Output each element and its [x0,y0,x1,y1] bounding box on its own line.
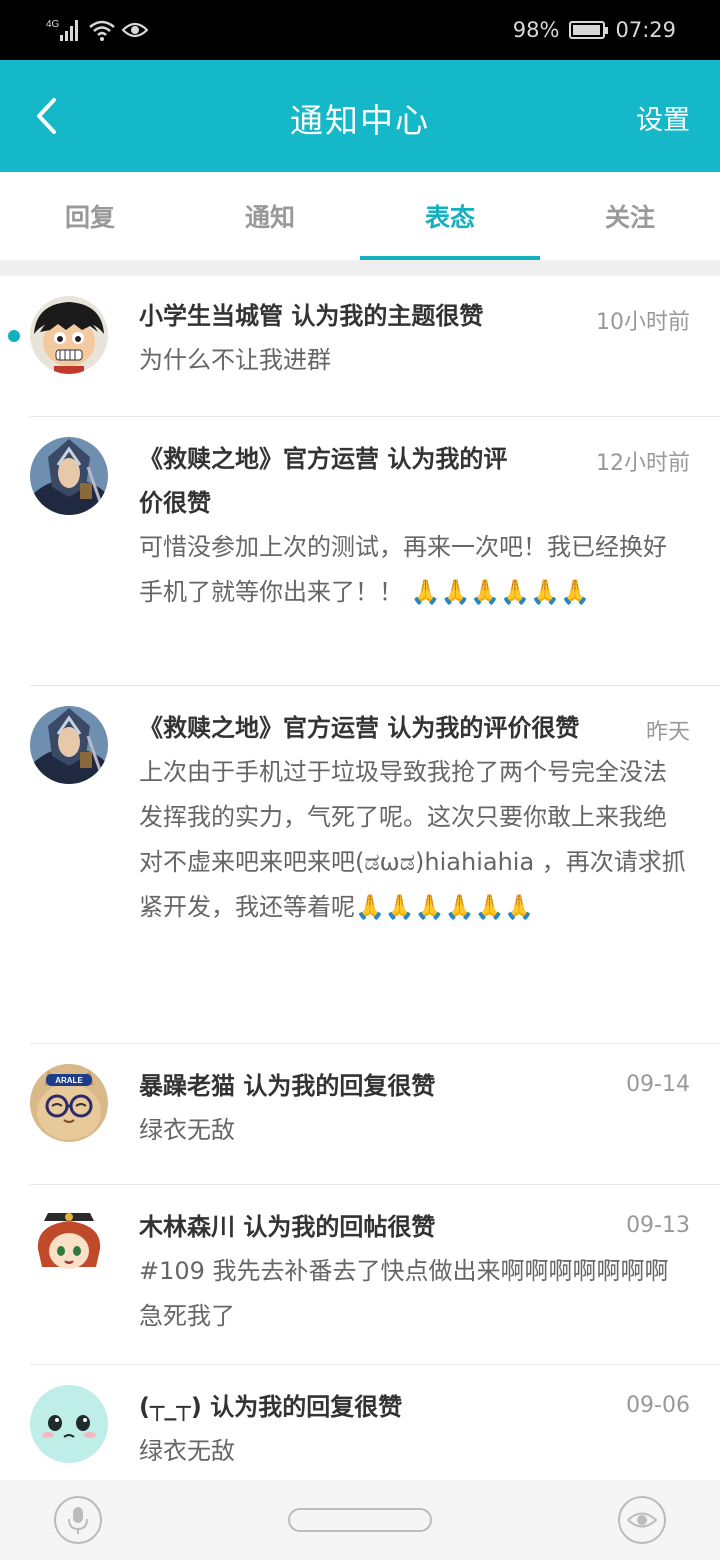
notice-title: 木林森川 认为我的回帖很赞 [139,1213,436,1241]
status-icons-right: 98% 07:29 [513,14,676,46]
notice-time: 12小时前 [596,451,690,476]
settings-button[interactable]: 设置 [636,98,690,137]
notice-time: 10小时前 [596,310,690,335]
notice-text: 可惜没参加上次的测试，再来一次吧！我已经换好手机了就等你出来了！！ 🙏🙏🙏🙏🙏🙏 [139,533,667,606]
avatar[interactable] [30,1205,108,1283]
status-icons-left: 4G [46,14,148,46]
wifi-icon [89,20,115,41]
list-item[interactable]: 09-06 (┬_┬) 认为我的回复很赞 绿衣无敌 [30,1365,720,1485]
microphone-icon [68,1507,88,1534]
list-item[interactable]: ARALE 09-14 暴躁老猫 认为我的回复很赞 绿衣无敌 [30,1044,720,1185]
eye-toggle-button[interactable] [618,1496,666,1544]
voice-input-button[interactable] [54,1496,102,1544]
avatar[interactable] [30,706,108,784]
network-type-label: 4G [46,19,60,30]
list-item[interactable]: 12小时前 《救赎之地》官方运营 认为我的评价很赞 可惜没参加上次的测试，再来一… [30,417,720,686]
avatar[interactable] [30,296,108,374]
notice-text: 绿衣无敌 [139,1116,235,1144]
battery-icon [569,21,609,39]
notice-title: (┬_┬) 认为我的回复很赞 [139,1393,403,1421]
avatar-cat-image: ARALE [30,1064,108,1142]
notice-text: 上次由于手机过于垃圾导致我抢了两个号完全没法发挥我的实力，气死了呢。这次只要你敢… [139,758,686,921]
avatar-badge-text: ARALE [55,1076,83,1085]
notice-body: (┬_┬) 认为我的回复很赞 绿衣无敌 [139,1365,690,1474]
avatar-anime-girl-image [30,1205,108,1283]
tab-follows[interactable]: 关注 [540,172,720,260]
battery-percent: 98% [512,18,560,42]
avatar-blob-face-image [30,1385,108,1463]
avatar[interactable] [30,1385,108,1463]
avatar-game-hero-image [30,706,108,784]
tab-divider [0,260,720,276]
app-header: 通知中心 设置 [0,60,720,172]
notice-text: #109 我先去补番去了快点做出来啊啊啊啊啊啊啊急死我了 [139,1257,669,1330]
tab-reactions[interactable]: 表态 [360,172,540,260]
notice-time: 09-06 [626,1393,690,1418]
home-gesture-bar[interactable] [288,1508,432,1532]
notice-text: 为什么不让我进群 [139,346,331,374]
tab-notifications[interactable]: 通知 [180,172,360,260]
tab-replies[interactable]: 回复 [0,172,180,260]
notice-body: 暴躁老猫 认为我的回复很赞 绿衣无敌 [139,1044,690,1153]
list-item[interactable]: 昨天 《救赎之地》官方运营 认为我的评价很赞 上次由于手机过于垃圾导致我抢了两个… [30,686,720,1044]
notice-time: 昨天 [645,720,690,745]
notice-title: 《救赎之地》官方运营 认为我的评价很赞 [139,714,580,742]
tab-bar: 回复 通知 表态 关注 [0,172,720,260]
unread-dot [8,330,20,342]
eye-icon [627,1512,657,1528]
notice-title: 暴躁老猫 认为我的回复很赞 [139,1072,436,1100]
notice-time: 09-13 [626,1213,690,1238]
bottom-nav-bar [0,1480,720,1560]
notice-time: 09-14 [626,1072,690,1097]
page-title: 通知中心 [290,101,430,140]
avatar[interactable] [30,437,108,515]
notice-body: 《救赎之地》官方运营 认为我的评价很赞 上次由于手机过于垃圾导致我抢了两个号完全… [139,686,690,930]
list-item[interactable]: 09-13 木林森川 认为我的回帖很赞 #109 我先去补番去了快点做出来啊啊啊… [30,1185,720,1365]
avatar[interactable]: ARALE [30,1064,108,1142]
notice-text: 绿衣无敌 [139,1437,235,1465]
clock: 07:29 [615,18,676,42]
list-item[interactable]: 10小时前 小学生当城管 认为我的主题很赞 为什么不让我进群 [8,276,720,417]
status-bar: 4G 98% 07:29 [0,0,720,60]
avatar-game-hero-image [30,437,108,515]
avatar-anime-boy-image [30,296,108,374]
signal-icon: 4G [46,19,78,41]
eye-icon [122,22,148,38]
notice-list: 10小时前 小学生当城管 认为我的主题很赞 为什么不让我进群 12小时前 《救赎… [0,276,720,1485]
notice-body: 木林森川 认为我的回帖很赞 #109 我先去补番去了快点做出来啊啊啊啊啊啊啊急死… [139,1185,690,1339]
